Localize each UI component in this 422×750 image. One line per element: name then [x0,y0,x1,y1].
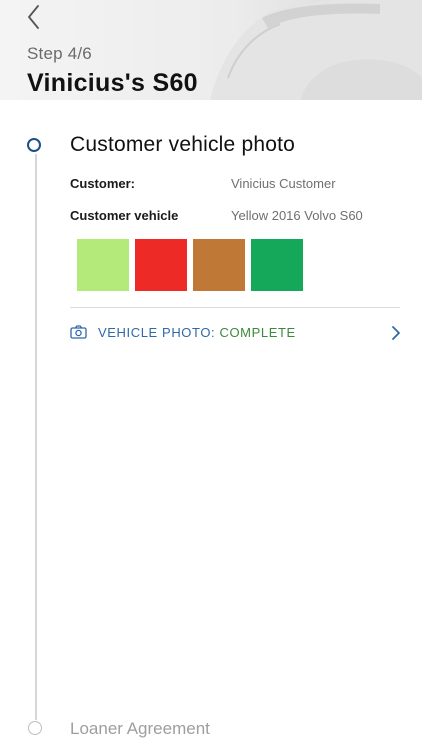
photo-thumbnail[interactable] [77,239,129,291]
customer-value: Vinicius Customer [231,176,336,191]
header: Step 4/6 Vinicius's S60 [0,0,422,100]
customer-vehicle-value: Yellow 2016 Volvo S60 [231,208,363,223]
chevron-right-icon [392,326,400,340]
customer-vehicle-label: Customer vehicle [70,208,179,223]
vehicle-photo-thumbnails [77,239,303,291]
current-step-title: Customer vehicle photo [70,133,296,156]
photo-thumbnail[interactable] [251,239,303,291]
next-step-indicator [28,721,42,735]
status-label: VEHICLE PHOTO: [98,325,220,340]
camera-icon [70,325,87,339]
customer-label: Customer: [70,176,136,191]
step-indicator: Step 4/6 [27,44,92,63]
divider [70,307,400,308]
status-value: COMPLETE [219,325,296,340]
photo-thumbnail[interactable] [193,239,245,291]
page-title: Vinicius's S60 [27,69,198,97]
timeline-line [35,154,37,720]
current-step-indicator [27,138,41,152]
vehicle-photo-status-link[interactable]: VEHICLE PHOTO: COMPLETE [70,322,402,344]
back-chevron-icon[interactable] [22,2,48,32]
next-step-title[interactable]: Loaner Agreement [70,719,210,739]
photo-thumbnail[interactable] [135,239,187,291]
vehicle-photo-status: VEHICLE PHOTO: COMPLETE [98,325,296,340]
